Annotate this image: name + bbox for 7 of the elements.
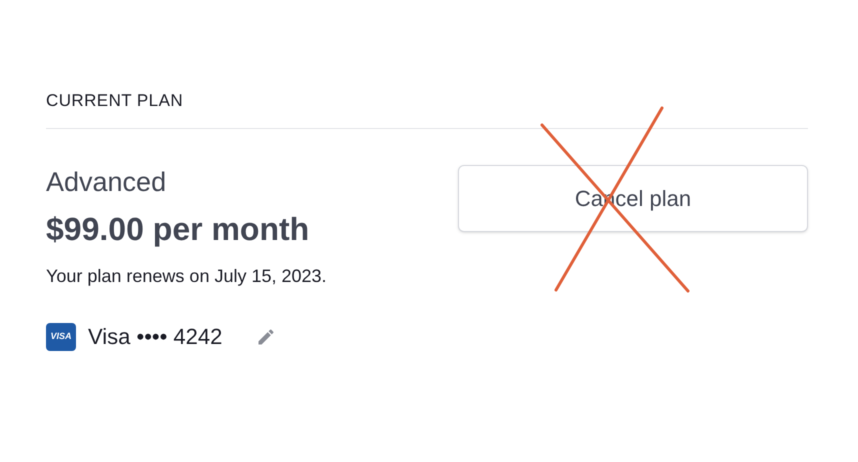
card-brand-icon: VISA <box>46 322 76 350</box>
plan-price: $99.00 per month <box>46 210 310 249</box>
section-title: CURRENT PLAN <box>46 90 184 112</box>
card-label: Visa •••• 4242 <box>88 323 222 351</box>
plan-name: Advanced <box>46 166 168 199</box>
edit-icon[interactable] <box>256 326 276 346</box>
renewal-text: Your plan renews on July 15, 2023. <box>46 265 327 288</box>
